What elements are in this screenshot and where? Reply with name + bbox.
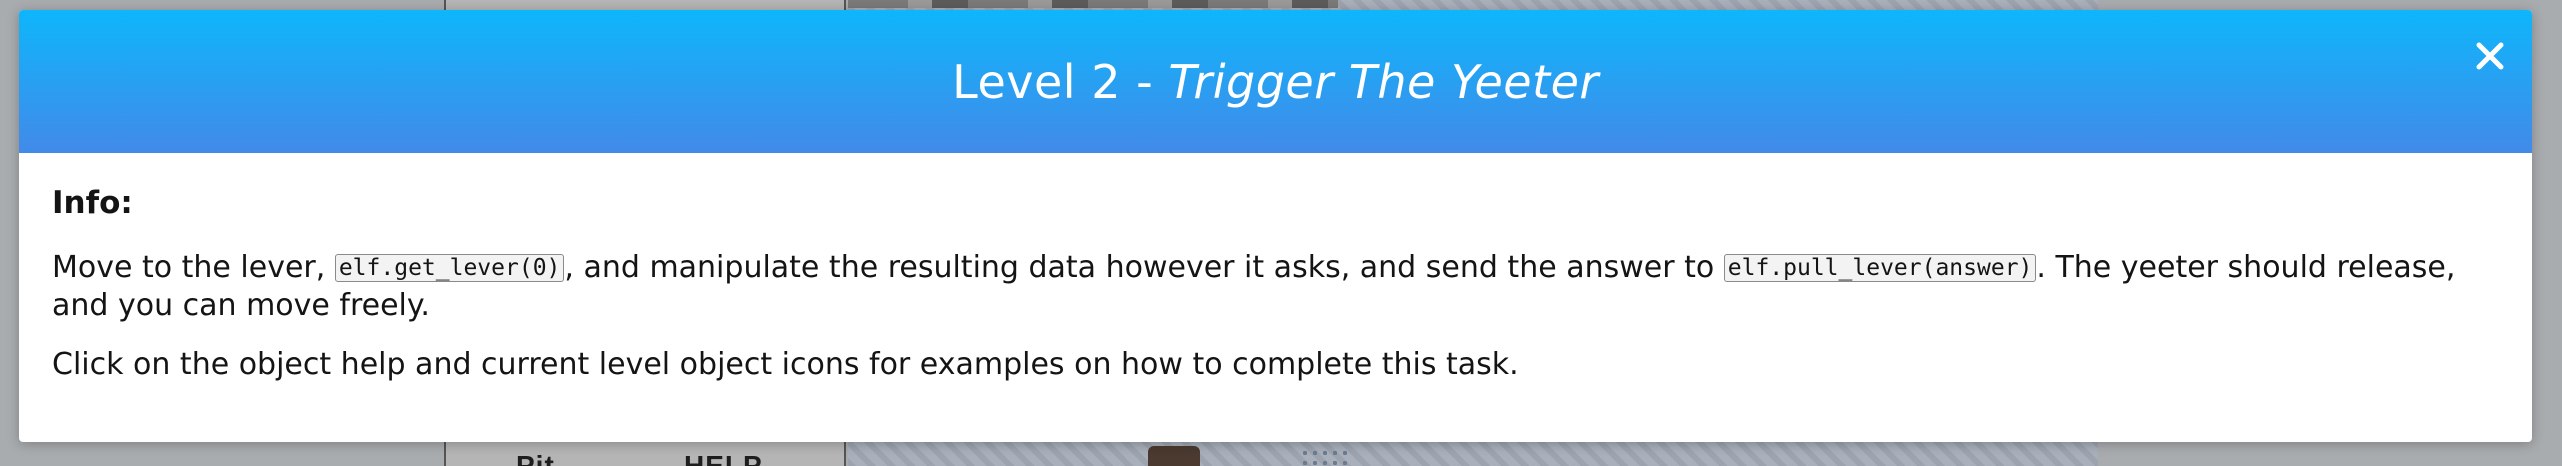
help-label: HELP [684,450,763,466]
instructions-paragraph: Move to the lever, elf.get_lever(0), and… [52,249,2499,324]
info-heading: Info: [52,185,133,221]
get-lever-code: elf.get_lever(0) [334,254,565,282]
pull-lever-code: elf.pull_lever(answer) [1723,254,2037,282]
pit-label: Pit [516,450,555,466]
snow-sprite [1300,448,1350,466]
level-info-modal: Level 2 - Trigger The Yeeter Info: Move … [19,10,2532,442]
close-button[interactable] [2466,32,2514,80]
instructions-text-2: , and manipulate the resulting data howe… [564,250,1724,285]
level-name: Trigger The Yeeter [1168,54,1599,109]
close-icon [2476,42,2504,70]
game-toolbar-strip [848,0,1338,8]
modal-header: Level 2 - Trigger The Yeeter [19,10,2532,153]
modal-body: Info: Move to the lever, elf.get_lever(0… [19,153,2532,383]
modal-title: Level 2 - Trigger The Yeeter [952,55,1599,109]
level-number: Level 2 - [952,54,1169,109]
elf-sprite [1148,446,1200,466]
hint-paragraph: Click on the object help and current lev… [52,347,1519,382]
instructions-text-1: Move to the lever, [52,250,335,285]
